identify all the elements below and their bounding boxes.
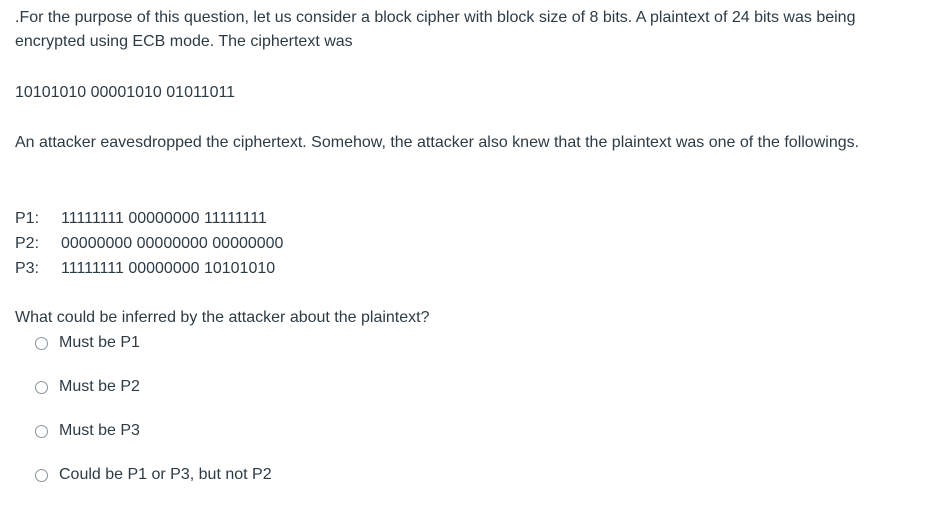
answer-option-must-be-p3[interactable]: Must be P3 [35,419,272,443]
candidate-row-p1: P1: 11111111 00000000 11111111 [15,206,283,231]
radio-button[interactable] [35,424,48,438]
candidate-row-p2: P2: 00000000 00000000 00000000 [15,231,283,256]
candidate-label: P3: [15,260,40,277]
candidate-label: P1: [15,210,40,227]
radio-button[interactable] [35,468,48,482]
candidate-value: 11111111 00000000 10101010 [61,260,276,277]
radio-button[interactable] [35,380,48,394]
question-intro-text: .For the purpose of this question, let u… [15,9,856,50]
answer-label[interactable]: Could be P1 or P3, but not P2 [59,463,272,487]
answer-label[interactable]: Must be P3 [59,419,140,443]
answer-option-must-be-p1[interactable]: Must be P1 [35,331,272,355]
answer-options: Must be P1 Must be P2 Must be P3 Could b… [35,331,272,507]
question-prompt: What could be inferred by the attacker a… [15,309,430,326]
candidate-row-p3: P3: 11111111 00000000 10101010 [15,256,283,281]
answer-option-p1-or-p3[interactable]: Could be P1 or P3, but not P2 [35,463,272,487]
answer-option-must-be-p2[interactable]: Must be P2 [35,375,272,399]
candidate-value: 11111111 00000000 11111111 [61,210,267,227]
answer-label[interactable]: Must be P1 [59,331,140,355]
quiz-question: .For the purpose of this question, let u… [15,6,920,483]
question-context-text: An attacker eavesdropped the ciphertext.… [15,134,860,151]
candidate-value: 00000000 00000000 00000000 [61,235,284,252]
plaintext-candidates: P1: 11111111 00000000 11111111 P2: 0000000… [15,206,283,281]
answer-label[interactable]: Must be P2 [59,375,140,399]
candidate-label: P2: [15,235,40,252]
ciphertext-value: 10101010 00001010 01011011 [15,84,236,101]
radio-button[interactable] [35,336,48,350]
